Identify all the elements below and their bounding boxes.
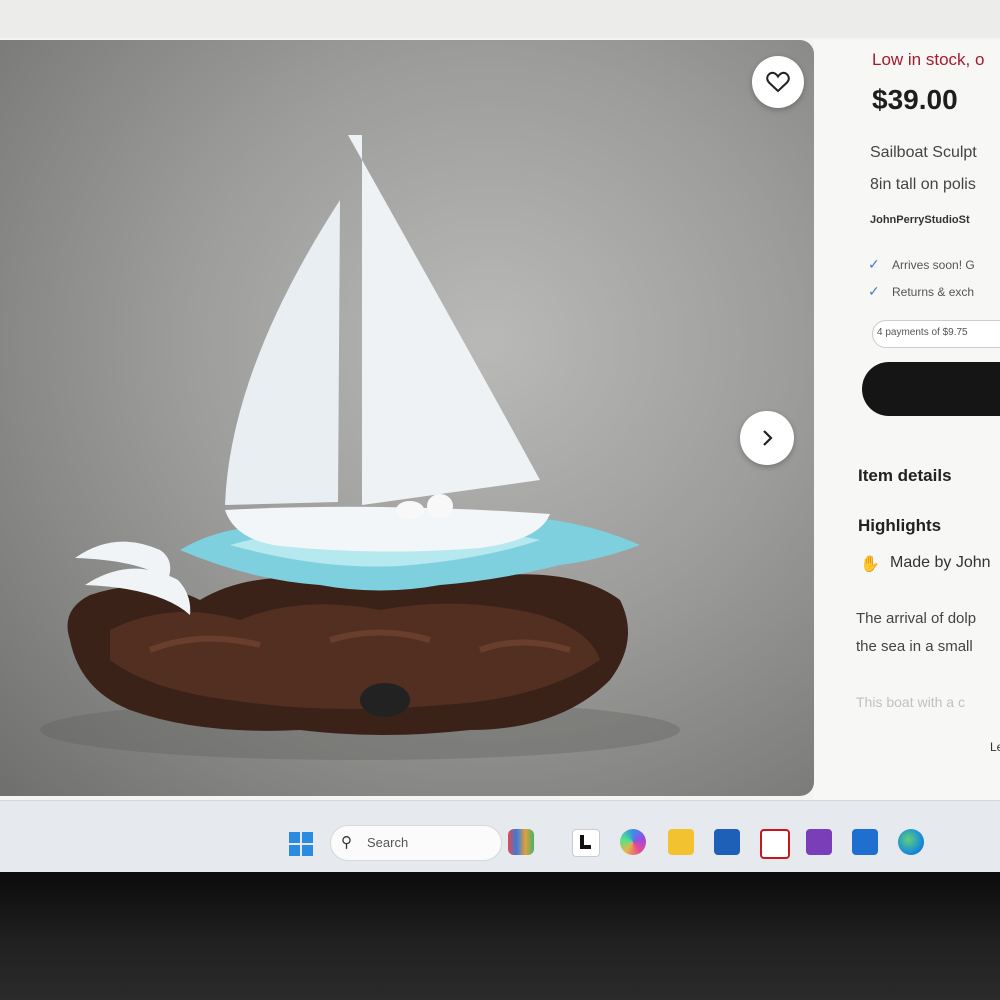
hand-icon: ✋ [860, 556, 880, 573]
heart-icon [766, 71, 790, 93]
product-image[interactable] [0, 40, 814, 796]
product-info-panel: Low in stock, o $39.00 Sailboat Sculpt 8… [814, 40, 1000, 800]
product-title-line-2: 8in tall on polis [870, 176, 976, 193]
payments-pill[interactable]: 4 payments of $9.75 [872, 320, 1000, 348]
monitor-bezel [0, 872, 1000, 1000]
file-explorer-icon[interactable] [668, 829, 694, 855]
perk-returns: Returns & exch [892, 285, 975, 299]
description-line-2: the sea in a small [856, 638, 973, 655]
search-icon: ⚲ [341, 834, 352, 851]
monitor-screen: Low in stock, o $39.00 Sailboat Sculpt 8… [0, 0, 1000, 872]
product-price: $39.00 [872, 84, 958, 115]
add-to-cart-button[interactable] [862, 362, 1000, 416]
copilot-icon[interactable] [620, 829, 646, 855]
store-icon[interactable] [714, 829, 740, 855]
payments-text: 4 payments of $9.75 [877, 327, 968, 338]
learn-more-link[interactable]: Le [990, 740, 1000, 754]
stock-status: Low in stock, o [872, 50, 985, 69]
taskbar-search-box[interactable]: ⚲ Search [330, 825, 502, 861]
highlights-heading: Highlights [858, 516, 942, 535]
description-line-1: The arrival of dolp [856, 610, 977, 627]
product-title-line-1: Sailboat Sculpt [870, 144, 977, 161]
edge-browser-icon[interactable] [898, 829, 924, 855]
shop-name-link[interactable]: JohnPerryStudioSt [870, 214, 970, 226]
next-image-button[interactable] [740, 411, 794, 465]
chevron-right-icon [763, 430, 773, 446]
checkmark-icon: ✓ [868, 283, 880, 299]
made-by-text: Made by John [890, 554, 991, 571]
mcafee-icon[interactable] [760, 829, 790, 859]
search-label: Search [367, 835, 409, 850]
app-icon-black-l[interactable] [572, 829, 600, 857]
checkmark-icon: ✓ [868, 256, 880, 272]
windows-start-icon[interactable] [288, 831, 314, 857]
description-line-3: This boat with a c [856, 694, 965, 710]
sailboat-photo [40, 135, 680, 760]
windows-taskbar: ⚲ Search [0, 800, 1000, 872]
widgets-icon[interactable] [508, 829, 534, 855]
outlook-icon[interactable] [852, 829, 878, 855]
perk-arrives: Arrives soon! G [892, 258, 975, 272]
item-details-heading[interactable]: Item details [858, 466, 952, 486]
teams-icon[interactable] [806, 829, 832, 855]
favorite-button[interactable] [752, 56, 804, 108]
browser-top-strip [0, 0, 1000, 38]
